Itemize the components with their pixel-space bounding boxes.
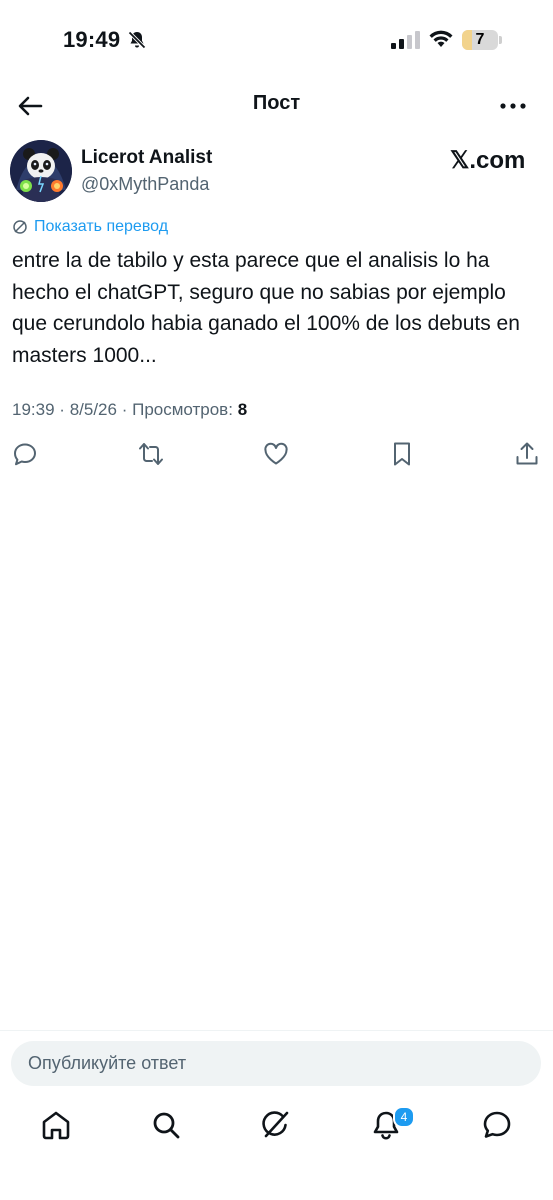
tab-home[interactable] — [39, 1108, 73, 1142]
signal-icon — [391, 31, 420, 49]
tab-search[interactable] — [149, 1108, 183, 1142]
meta-separator: · — [121, 400, 128, 419]
tweet-text: entre la de tabilo y esta parece que el … — [12, 249, 520, 367]
home-icon — [42, 1111, 70, 1140]
tweet-meta: 19:39 · 8/5/26 · Просмотров: 8 — [12, 400, 247, 420]
reply-icon — [14, 443, 36, 466]
messages-icon — [483, 1111, 511, 1138]
wifi-icon — [429, 30, 453, 47]
reply-placeholder: Опубликуйте ответ — [28, 1053, 187, 1073]
show-translation-link[interactable]: Показать перевод — [12, 218, 168, 236]
tab-messages[interactable] — [480, 1108, 514, 1142]
notifications-badge: 4 — [393, 1106, 415, 1128]
panda-avatar-image — [10, 140, 72, 202]
share-icon — [516, 442, 538, 465]
author-handle[interactable]: @0xMythPanda — [81, 174, 209, 195]
tab-grok[interactable] — [259, 1108, 293, 1142]
reply-input[interactable]: Опубликуйте ответ — [11, 1041, 541, 1086]
translate-icon — [13, 220, 27, 234]
author-name[interactable]: Licerot Analist — [81, 147, 212, 169]
bookmark-icon — [394, 442, 410, 466]
meta-separator: · — [59, 400, 65, 419]
tweet-date[interactable]: 8/5/26 — [70, 400, 117, 419]
page-title: Пост — [252, 92, 301, 114]
status-time: 19:49 — [63, 27, 121, 52]
repost-icon — [139, 443, 163, 465]
divider — [0, 1030, 553, 1031]
like-button[interactable] — [262, 440, 290, 468]
battery-level: 7 — [475, 31, 485, 48]
search-icon — [153, 1112, 180, 1139]
bell-off-icon — [128, 31, 146, 49]
views-label: Просмотров: — [132, 400, 233, 419]
show-translation-label: Показать перевод — [34, 218, 169, 235]
battery-cap — [499, 36, 502, 44]
more-icon[interactable] — [497, 94, 529, 118]
reply-button[interactable] — [11, 440, 39, 468]
avatar[interactable] — [10, 140, 72, 202]
tweet-time[interactable]: 19:39 — [12, 400, 55, 419]
source-label: 𝕏.com — [450, 147, 526, 174]
like-icon — [264, 442, 288, 465]
grok-icon — [262, 1111, 289, 1138]
battery-icon: 7 — [462, 30, 498, 50]
repost-button[interactable] — [137, 440, 165, 468]
views-count: 8 — [237, 400, 248, 419]
share-button[interactable] — [513, 440, 541, 468]
bookmark-button[interactable] — [388, 440, 416, 468]
